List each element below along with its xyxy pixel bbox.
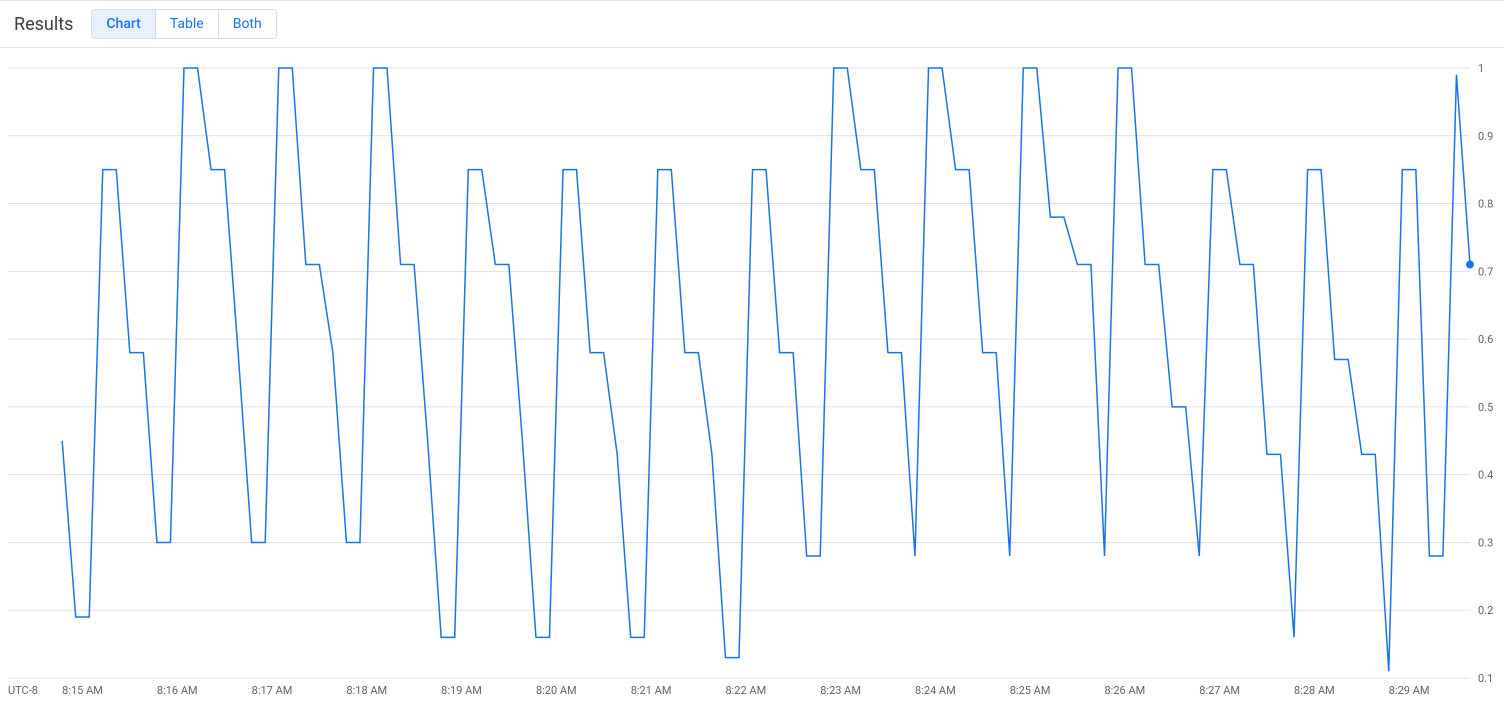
svg-text:8:18 AM: 8:18 AM (346, 684, 387, 697)
svg-text:0.2: 0.2 (1478, 604, 1493, 617)
tab-chart[interactable]: Chart (92, 10, 155, 38)
tab-both[interactable]: Both (219, 10, 276, 38)
svg-text:0.7: 0.7 (1478, 265, 1493, 278)
svg-text:8:15 AM: 8:15 AM (62, 684, 103, 697)
svg-text:0.4: 0.4 (1478, 469, 1493, 482)
results-header: Results Chart Table Both (0, 0, 1504, 48)
svg-text:8:23 AM: 8:23 AM (820, 684, 861, 697)
view-toggle: Chart Table Both (91, 9, 276, 39)
svg-text:8:17 AM: 8:17 AM (252, 684, 293, 697)
svg-text:0.1: 0.1 (1478, 672, 1493, 685)
svg-text:8:21 AM: 8:21 AM (631, 684, 672, 697)
chart-area[interactable]: 0.1 0.2 0.3 0.4 0.5 0.6 0.7 0.8 0.9 1 8:15 AM 8:16… (0, 48, 1504, 708)
line-chart: 0.1 0.2 0.3 0.4 0.5 0.6 0.7 0.8 0.9 1 8:15 AM 8:16… (0, 48, 1504, 708)
svg-text:0.8: 0.8 (1478, 198, 1493, 211)
results-title: Results (14, 14, 73, 35)
svg-text:8:24 AM: 8:24 AM (915, 684, 956, 697)
svg-text:0.3: 0.3 (1478, 536, 1493, 549)
svg-text:8:19 AM: 8:19 AM (441, 684, 482, 697)
svg-text:8:28 AM: 8:28 AM (1294, 684, 1335, 697)
svg-text:0.9: 0.9 (1478, 130, 1493, 143)
svg-text:8:29 AM: 8:29 AM (1389, 684, 1430, 697)
svg-text:UTC-8: UTC-8 (8, 684, 38, 697)
svg-text:0.6: 0.6 (1478, 333, 1493, 346)
svg-text:1: 1 (1478, 62, 1484, 75)
tab-table[interactable]: Table (156, 10, 219, 38)
svg-text:8:22 AM: 8:22 AM (725, 684, 766, 697)
svg-text:0.5: 0.5 (1478, 401, 1493, 414)
svg-text:8:27 AM: 8:27 AM (1199, 684, 1240, 697)
svg-text:8:20 AM: 8:20 AM (536, 684, 577, 697)
svg-text:8:16 AM: 8:16 AM (157, 684, 198, 697)
svg-text:8:26 AM: 8:26 AM (1105, 684, 1146, 697)
svg-text:8:25 AM: 8:25 AM (1010, 684, 1051, 697)
